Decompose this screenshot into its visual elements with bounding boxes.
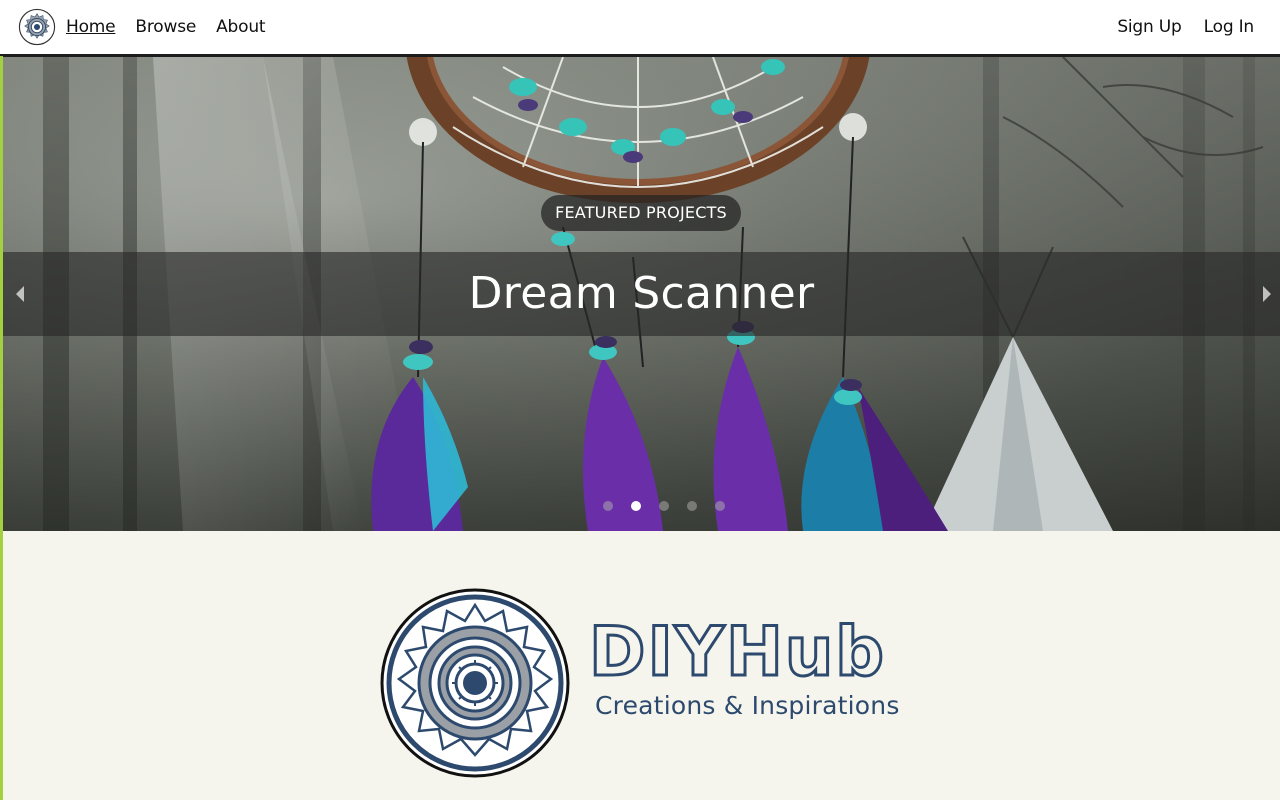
featured-carousel: FEATURED PROJECTS Dream Scanner [3, 57, 1280, 531]
brand-tagline: Creations & Inspirations [595, 691, 900, 720]
nav-link-browse[interactable]: Browse [135, 17, 196, 37]
top-navbar: Home Browse About Sign Up Log In [0, 0, 1280, 57]
carousel-indicators [603, 501, 725, 513]
diyhub-gear-logo-icon [380, 588, 570, 778]
featured-projects-badge: FEATURED PROJECTS [541, 195, 741, 231]
log-in-link[interactable]: Log In [1204, 17, 1255, 37]
chevron-right-icon [1263, 286, 1271, 302]
brand-name: DIYHub [588, 613, 886, 692]
sign-up-link[interactable]: Sign Up [1117, 17, 1182, 37]
carousel-prev-button[interactable] [9, 283, 31, 305]
brand-section: DIYHub Creations & Inspirations [3, 531, 1280, 800]
carousel-dot-1[interactable] [603, 501, 613, 511]
gear-logo-icon[interactable] [18, 8, 56, 46]
nav-link-home[interactable]: Home [66, 17, 116, 37]
carousel-dot-2[interactable] [631, 501, 641, 511]
carousel-dot-4[interactable] [687, 501, 697, 511]
nav-link-about[interactable]: About [216, 17, 265, 37]
carousel-next-button[interactable] [1256, 283, 1278, 305]
slide-title[interactable]: Dream Scanner [3, 252, 1280, 336]
left-accent-bar [0, 56, 3, 800]
carousel-dot-5[interactable] [715, 501, 725, 511]
carousel-dot-3[interactable] [659, 501, 669, 511]
chevron-left-icon [16, 286, 24, 302]
slide-title-band: Dream Scanner [3, 252, 1280, 336]
nav-auth-links: Sign Up Log In [1095, 17, 1262, 37]
